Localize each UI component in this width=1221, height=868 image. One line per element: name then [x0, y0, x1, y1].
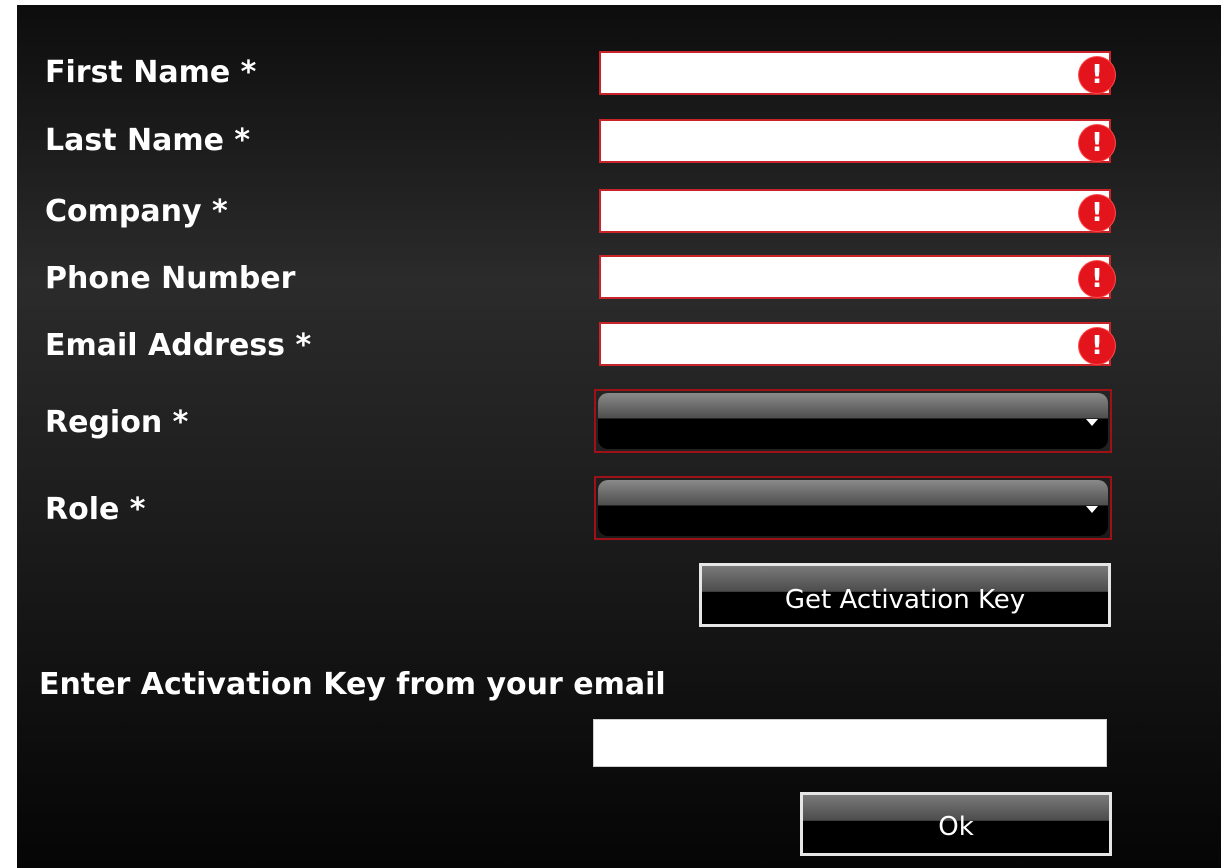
company-field[interactable]: !	[599, 189, 1115, 233]
registration-panel: First Name * ! Last Name * ! Company * !…	[17, 5, 1221, 868]
phone-number-field[interactable]: !	[599, 255, 1115, 299]
role-dropdown-face[interactable]	[598, 480, 1108, 536]
email-address-label: Email Address *	[45, 328, 312, 363]
chevron-down-icon[interactable]	[1086, 419, 1098, 426]
exclamation-icon: !	[1079, 125, 1115, 161]
first-name-label: First Name *	[45, 55, 257, 90]
last-name-label: Last Name *	[45, 123, 251, 158]
region-dropdown-face[interactable]	[598, 393, 1108, 449]
activation-key-label: Enter Activation Key from your email	[39, 667, 666, 702]
exclamation-icon: !	[1079, 195, 1115, 231]
company-label: Company *	[45, 194, 228, 229]
first-name-field[interactable]: !	[599, 51, 1115, 95]
last-name-field[interactable]: !	[599, 119, 1115, 163]
get-activation-key-button[interactable]: Get Activation Key	[699, 563, 1111, 627]
region-dropdown[interactable]	[594, 389, 1112, 453]
phone-number-label: Phone Number	[45, 261, 296, 296]
exclamation-icon: !	[1079, 57, 1115, 93]
role-dropdown[interactable]	[594, 476, 1112, 540]
exclamation-icon: !	[1079, 328, 1115, 364]
chevron-down-icon[interactable]	[1086, 506, 1098, 513]
role-label: Role *	[45, 492, 146, 527]
email-address-field[interactable]: !	[599, 322, 1115, 366]
region-label: Region *	[45, 405, 189, 440]
ok-button[interactable]: Ok	[800, 792, 1112, 856]
activation-key-field[interactable]	[593, 719, 1107, 767]
exclamation-icon: !	[1079, 261, 1115, 297]
